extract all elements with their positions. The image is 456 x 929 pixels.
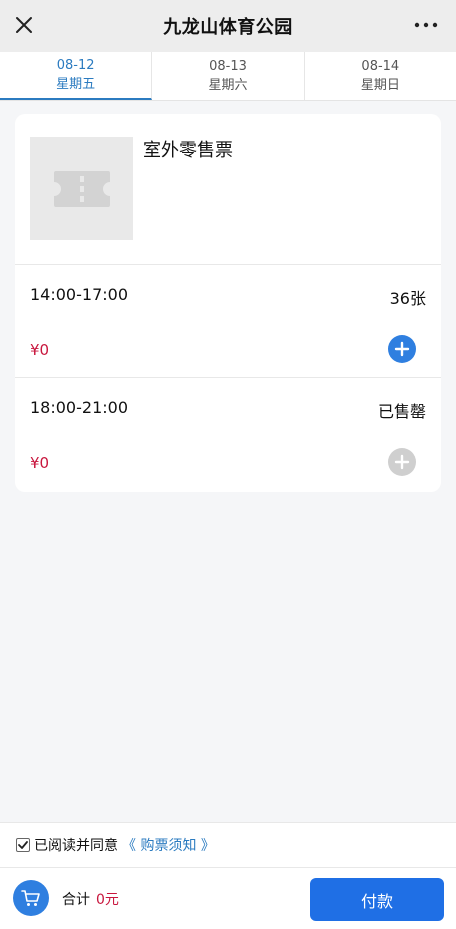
session-price: ¥0: [30, 454, 50, 472]
total-label: 合计: [62, 892, 90, 908]
tab-date-0813[interactable]: 08-13 星期六: [152, 52, 305, 100]
check-icon: [18, 841, 28, 849]
session-time: 18:00-21:00: [30, 398, 128, 417]
tab-weekday: 星期六: [208, 78, 248, 93]
top-bar: 九龙山体育公园: [0, 0, 456, 52]
total-display: 合计 0元: [62, 889, 119, 909]
close-icon[interactable]: [12, 13, 36, 37]
product-thumbnail: [30, 137, 133, 240]
tab-weekday: 星期五: [56, 77, 96, 92]
add-ticket-button-disabled: [388, 448, 416, 476]
pay-button[interactable]: 付款: [310, 878, 444, 921]
ticket-notice-link[interactable]: 《 购票须知 》: [122, 835, 215, 855]
tab-weekday: 星期日: [360, 78, 400, 93]
agreement-bar: 已阅读并同意 《 购票须知 》: [0, 822, 456, 868]
more-icon[interactable]: [414, 20, 438, 30]
product-header: 室外零售票: [15, 114, 441, 265]
tab-date: 08-12: [56, 58, 95, 73]
tab-date-0812[interactable]: 08-12 星期五: [0, 52, 153, 100]
ticket-card: 室外零售票 14:00-17:00 36张 ¥0 18:00-21:00 已售罄…: [15, 114, 441, 492]
session-row: 14:00-17:00 36张 ¥0: [15, 265, 441, 378]
add-ticket-button[interactable]: [388, 335, 416, 363]
session-row: 18:00-21:00 已售罄 ¥0: [15, 378, 441, 491]
agreement-text: 已阅读并同意: [34, 838, 118, 854]
cart-icon: [21, 890, 40, 906]
ticket-icon: [53, 170, 110, 207]
cart-button[interactable]: [13, 880, 49, 916]
plus-icon: [394, 454, 410, 470]
session-stock: 已售罄: [377, 402, 426, 421]
plus-icon: [394, 341, 410, 357]
date-tabs: 08-12 星期五 08-13 星期六 08-14 星期日: [0, 52, 456, 101]
page-title: 九龙山体育公园: [163, 17, 293, 38]
session-stock: 36张: [389, 289, 426, 308]
product-name: 室外零售票: [143, 140, 233, 161]
session-time: 14:00-17:00: [30, 285, 128, 304]
tab-date: 08-14: [361, 59, 400, 74]
checkout-bar: 合计 0元 付款: [0, 868, 456, 929]
agreement-checkbox[interactable]: [16, 838, 30, 852]
total-amount: 0元: [96, 892, 119, 908]
session-price: ¥0: [30, 341, 50, 359]
tab-date: 08-13: [209, 59, 247, 74]
tab-date-0814[interactable]: 08-14 星期日: [305, 52, 456, 100]
